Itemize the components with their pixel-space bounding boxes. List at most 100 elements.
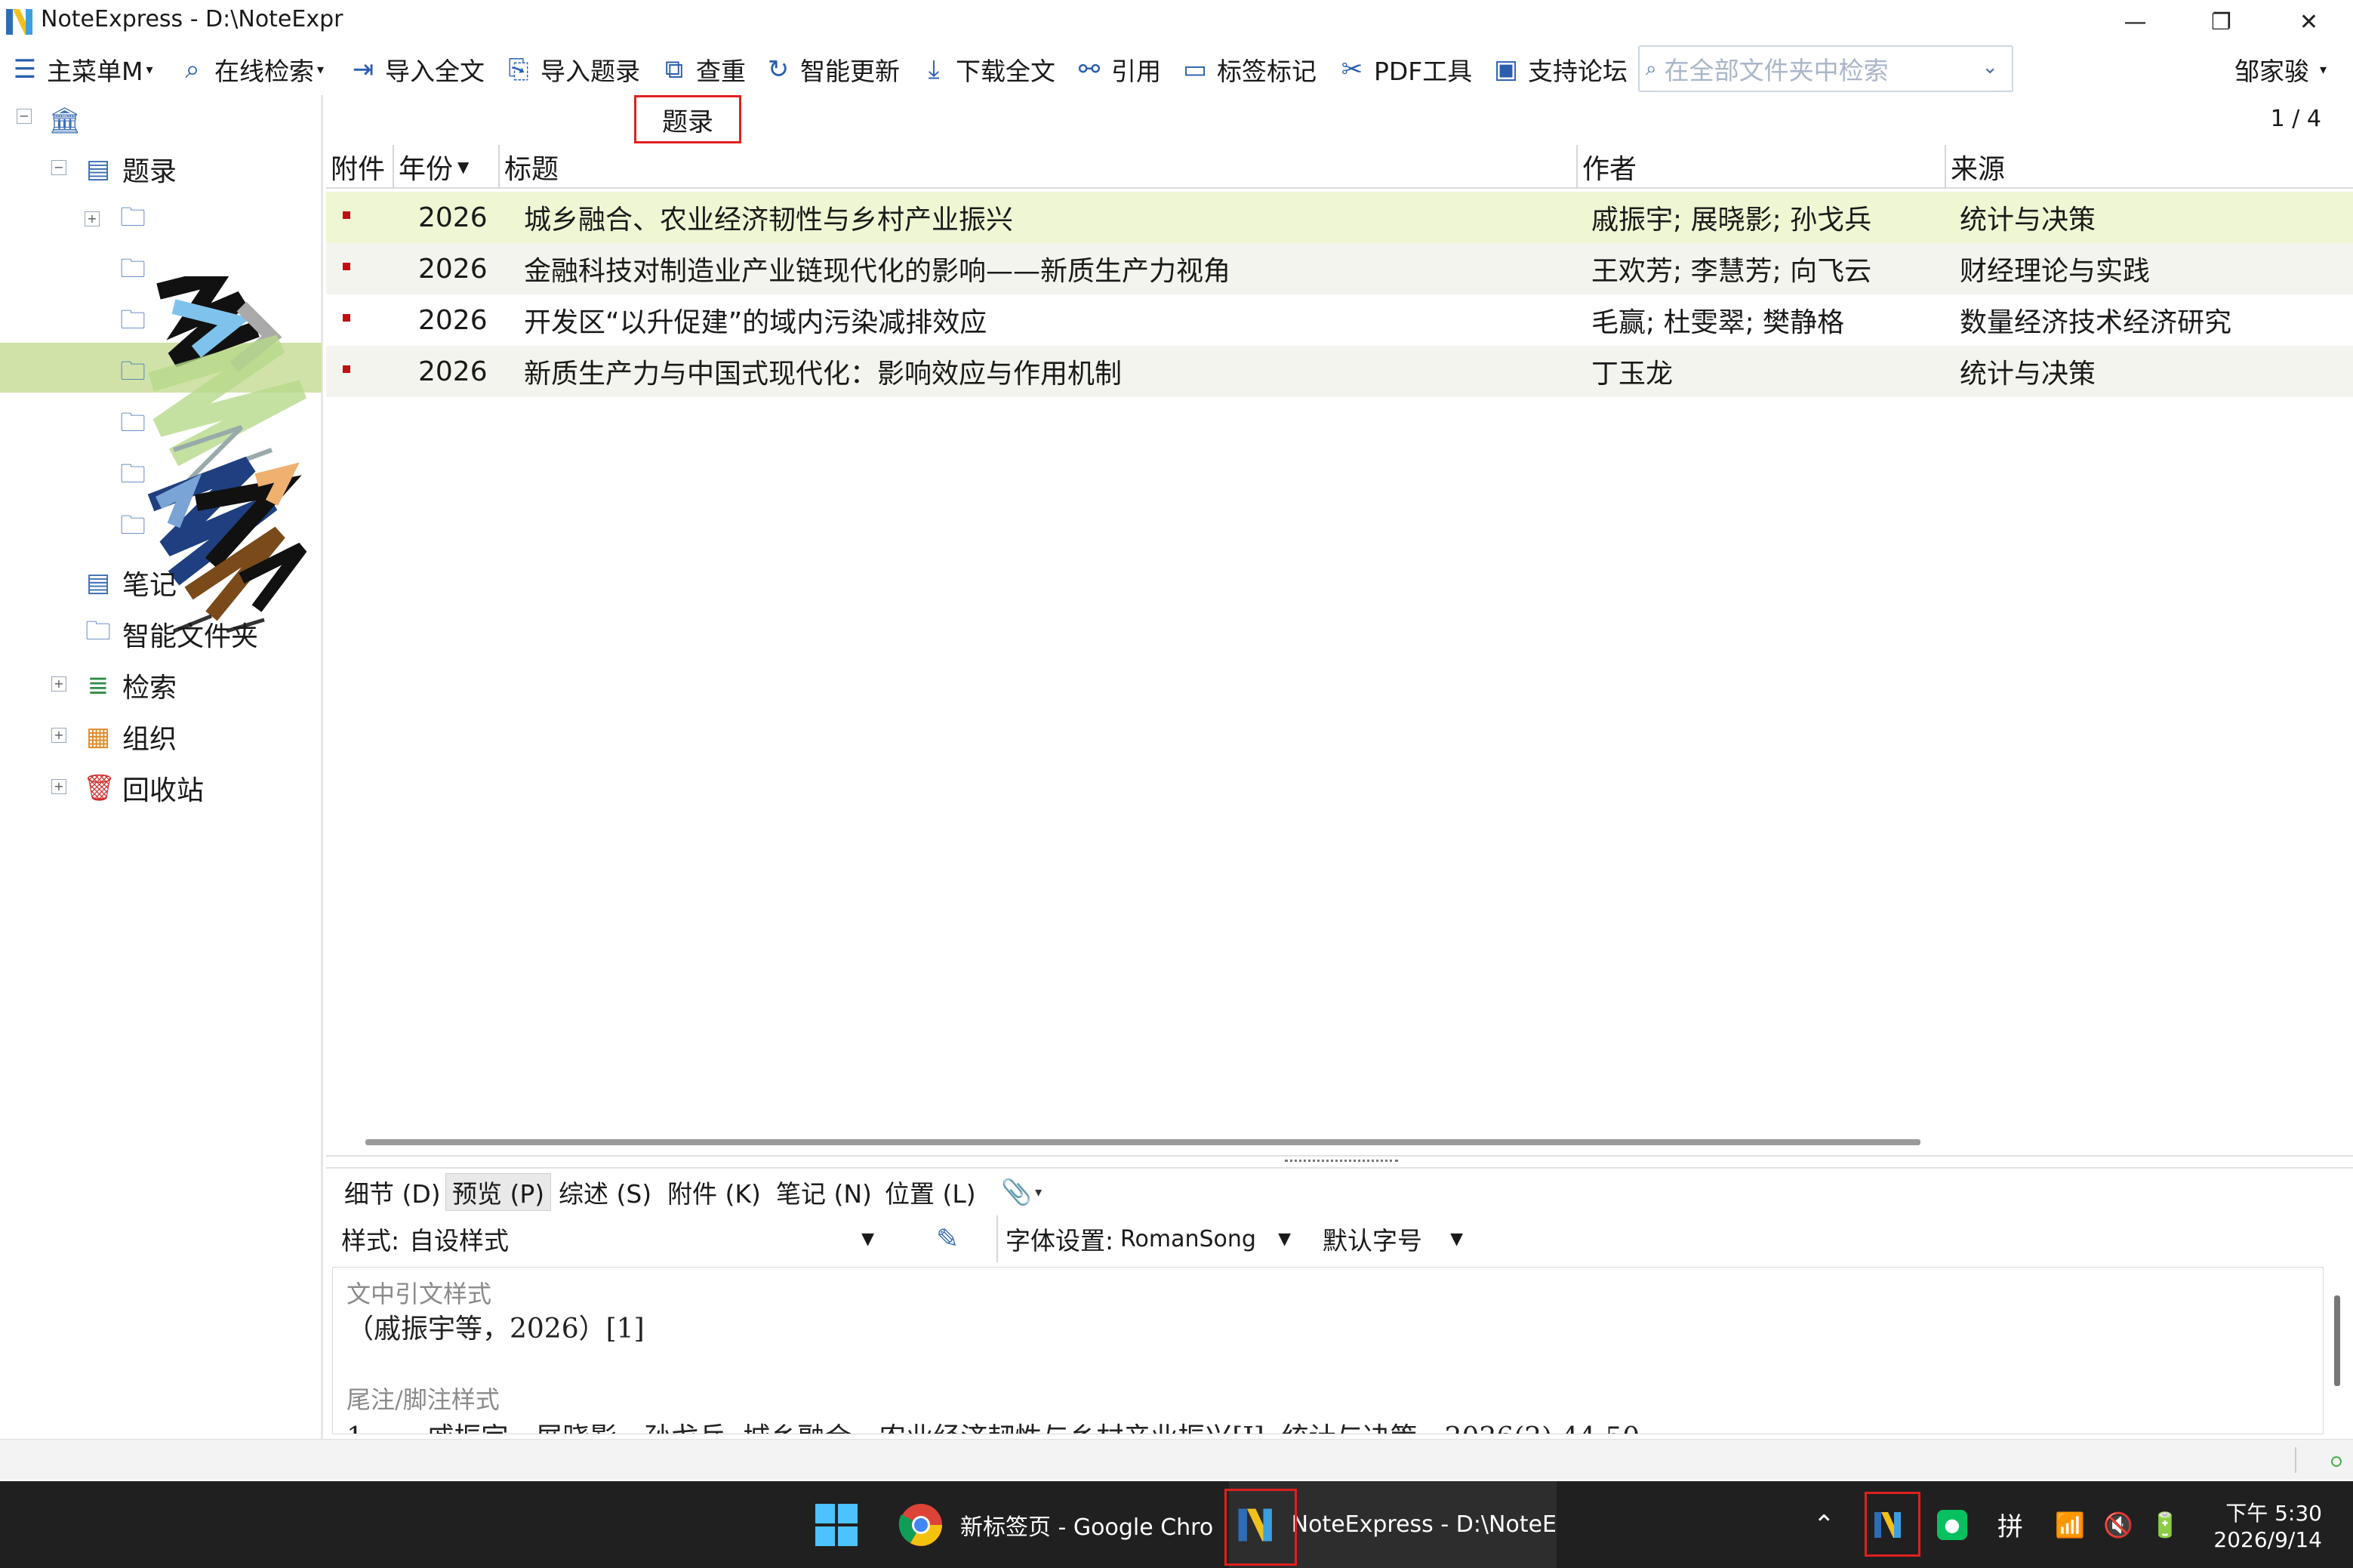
expand-toggle[interactable]: + (51, 779, 66, 794)
windows-logo-icon (815, 1503, 858, 1546)
pdf-tools-button[interactable]: ✂ PDF工具 (1338, 44, 1473, 95)
font-select[interactable]: RomanSong ▼ (1120, 1215, 1291, 1262)
folder-icon: 🗀 (120, 202, 146, 233)
user-menu[interactable]: 邹家骏 ▾ (2234, 44, 2327, 95)
table-row[interactable]: 2026 新质生产力与中国式现代化：影响效应与作用机制 丁玉龙 统计与决策 (326, 346, 2353, 397)
list-tab-header: 题录 1 / 4 (326, 95, 2353, 145)
style-select[interactable]: 自设样式 ▼ (409, 1215, 874, 1262)
tag-mark-button[interactable]: ▭ 标签标记 (1181, 44, 1317, 95)
chevron-down-icon: ▼ (861, 1229, 874, 1249)
tree-item-organize[interactable]: ▦ 组织 (83, 716, 177, 758)
chevron-down-icon: ▼ (1450, 1229, 1463, 1249)
expand-toggle[interactable]: + (51, 676, 66, 692)
tree-item-smart-folder[interactable]: 🗀 智能文件夹 (83, 613, 258, 655)
ime-indicator[interactable]: 拼 (1997, 1481, 2023, 1568)
show-hidden-icons-button[interactable]: ⌃ (1813, 1481, 1835, 1568)
table-row[interactable]: 2026 城乡融合、农业经济韧性与乡村产业振兴 戚振宇; 展晓影; 孙戈兵 统计… (326, 192, 2353, 243)
tree-item-records[interactable]: ▤ 题录 (83, 148, 177, 190)
column-source[interactable]: 来源 (1946, 145, 2353, 189)
restore-icon[interactable]: ❐ (2177, 0, 2265, 44)
chrome-icon (898, 1503, 942, 1546)
tab-records[interactable]: 题录 (634, 95, 741, 143)
search-icon: ⌕ (185, 54, 200, 85)
detail-tabs: 细节 (D) 预览 (P) 综述 (S) 附件 (K) 笔记 (N) 位置 (L… (326, 1169, 2353, 1214)
windows-taskbar: 新标签页 - Google Chro NoteExpress - D:\Note… (0, 1481, 2353, 1568)
tab-summary[interactable]: 综述 (S) (553, 1173, 658, 1211)
records-icon: ▤ (85, 154, 111, 184)
style-label: 样式: (341, 1226, 400, 1255)
column-attach[interactable]: 附件 (326, 145, 394, 189)
folder-search-input[interactable]: ⌕ 在全部文件夹中检索 ⌄ (1638, 45, 2013, 92)
import-records-icon: ⎘ (508, 54, 529, 85)
tools-icon: ✂ (1341, 54, 1363, 85)
chevron-down-icon[interactable]: ⌄ (1982, 56, 1998, 79)
tab-location[interactable]: 位置 (L) (879, 1173, 982, 1211)
status-indicator-icon (2331, 1456, 2342, 1467)
tab-notes[interactable]: 笔记 (N) (770, 1173, 878, 1211)
splitter-grip (1285, 1160, 1398, 1163)
table-row[interactable]: 2026 金融科技对制造业产业链现代化的影响——新质生产力视角 王欢芳; 李慧芳… (326, 243, 2353, 294)
attachment-marker-icon (343, 263, 350, 270)
noteexpress-logo-icon (6, 9, 32, 35)
wechat-icon[interactable]: ● (1937, 1481, 1967, 1568)
highlight-box (1224, 1489, 1297, 1566)
tab-preview[interactable]: 预览 (P) (445, 1173, 552, 1211)
collapse-toggle[interactable]: − (51, 160, 66, 175)
refresh-icon: ↻ (767, 54, 790, 85)
chevron-down-icon: ▼ (1278, 1229, 1291, 1249)
volume-muted-icon[interactable]: 🔇 (2103, 1481, 2133, 1568)
dedupe-button[interactable]: ⧉ 查重 (660, 44, 746, 95)
noteexpress-window: NoteExpress - D:\NoteExpr — ❐ ✕ ☰ 主菜单M ▾ ⌕… (0, 0, 2353, 1568)
table-row[interactable]: 2026 开发区“以升促建”的域内污染减排效应 毛赢; 杜雯翠; 樊静格 数量经… (326, 294, 2353, 346)
font-label: 字体设置: (1006, 1226, 1114, 1255)
smart-folder-icon: 🗀 (85, 615, 111, 646)
search-icon: ⌕ (1646, 57, 1657, 80)
font-size-select[interactable]: 默认字号 ▼ (1323, 1215, 1463, 1262)
import-fulltext-button[interactable]: ⇥ 导入全文 (349, 44, 485, 95)
library-root[interactable]: 🏛 (48, 98, 88, 143)
tab-attachments[interactable]: 附件 (K) (661, 1173, 767, 1211)
attachment-menu-button[interactable]: 📎 ▾ (995, 1173, 1048, 1211)
tree-item-recycle-bin[interactable]: 🗑 回收站 (83, 767, 204, 809)
start-button[interactable] (814, 1481, 859, 1568)
tab-detail[interactable]: 细节 (D) (338, 1173, 447, 1211)
citation-preview: 文中引文样式 （戚振宇等，2026）[1] 尾注/脚注样式 1. 戚振宇，展晓影… (332, 1267, 2324, 1434)
smart-update-button[interactable]: ↻ 智能更新 (764, 44, 900, 95)
column-year[interactable]: 年份 ▼ (394, 145, 500, 189)
status-bar (0, 1439, 2353, 1480)
tree-item-search[interactable]: ≣ 检索 (83, 664, 177, 707)
collapse-toggle[interactable]: − (17, 109, 32, 124)
column-title[interactable]: 标题 (500, 145, 1578, 189)
support-forum-button[interactable]: ▣ 支持论坛 (1492, 44, 1628, 95)
title-bar: NoteExpress - D:\NoteExpr — ❐ ✕ (0, 0, 2353, 44)
attachment-marker-icon (343, 314, 350, 322)
wifi-icon[interactable]: 📶 (2055, 1481, 2085, 1568)
download-icon: ⤓ (928, 54, 940, 85)
horizontal-scrollbar[interactable] (365, 1139, 1920, 1145)
close-icon[interactable]: ✕ (2265, 0, 2353, 44)
minimize-icon[interactable]: — (2091, 0, 2179, 44)
taskbar-chrome[interactable]: 新标签页 - Google Chro (898, 1481, 1213, 1568)
import-records-button[interactable]: ⎘ 导入题录 (504, 44, 640, 95)
tag-icon: ▭ (1182, 54, 1208, 85)
column-author[interactable]: 作者 (1578, 145, 1946, 189)
records-table: 附件 年份 ▼ 标题 作者 来源 2026 城乡融合、农业经济韧性与乡村产业振兴 … (326, 145, 2353, 1131)
online-search-button[interactable]: ⌕ 在线检索 ▾ (178, 44, 324, 95)
expand-toggle[interactable]: + (51, 728, 66, 743)
expand-toggle[interactable]: + (85, 211, 100, 226)
search-list-icon: ≣ (87, 670, 109, 701)
cite-button[interactable]: ⚯ 引用 (1075, 44, 1161, 95)
battery-icon[interactable]: 🔋 (2150, 1481, 2180, 1568)
clock[interactable]: 下午 5:30 2026/9/14 (2213, 1481, 2322, 1568)
forum-icon: ▣ (1493, 54, 1519, 85)
cite-text: （戚振宇等，2026）[1] (346, 1314, 645, 1345)
vertical-scrollbar[interactable] (2334, 1295, 2340, 1386)
style-settings-bar: 样式: 自设样式 ▼ ✎ 字体设置: RomanSong ▼ 默认字号 ▼ (326, 1215, 2353, 1262)
subfolder[interactable]: 🗀 (118, 199, 157, 242)
tree-item-notes[interactable]: ▤ 笔记 (83, 562, 177, 604)
pane-splitter[interactable] (326, 1155, 2353, 1169)
download-fulltext-button[interactable]: ⤓ 下载全文 (919, 44, 1055, 95)
edit-style-icon[interactable]: ✎ (936, 1215, 959, 1262)
main-menu-button[interactable]: ☰ 主菜单M ▾ (11, 44, 153, 95)
table-header: 附件 年份 ▼ 标题 作者 来源 (326, 145, 2353, 189)
